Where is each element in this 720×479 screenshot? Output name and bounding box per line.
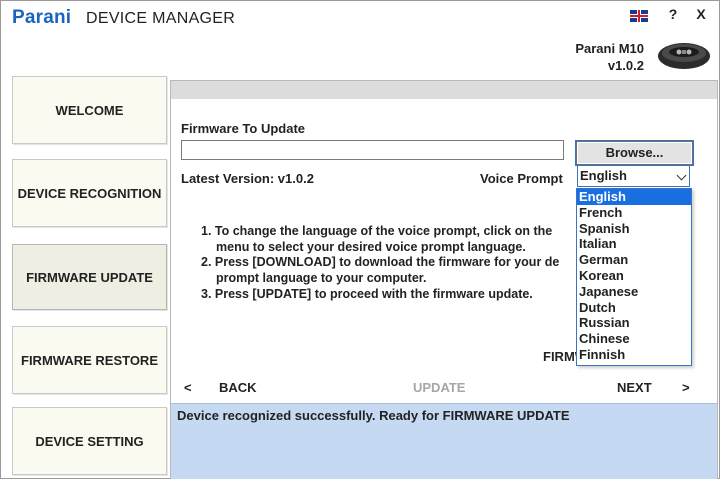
- nav-device-recognition[interactable]: DEVICE RECOGNITION: [12, 159, 167, 227]
- dropdown-option-english[interactable]: English: [577, 189, 691, 205]
- nav-welcome[interactable]: WELCOME: [12, 76, 167, 144]
- dropdown-option-italian[interactable]: Italian: [577, 236, 691, 252]
- nav-label: FIRMWARE UPDATE: [26, 269, 153, 285]
- dropdown-option-dutch[interactable]: Dutch: [577, 300, 691, 316]
- nav-label: DEVICE SETTING: [35, 433, 144, 449]
- headset-device-icon: [658, 43, 710, 69]
- dropdown-option-japanese[interactable]: Japanese: [577, 284, 691, 300]
- instruction-line: 3. Press [UPDATE] to proceed with the fi…: [201, 286, 533, 301]
- browse-button[interactable]: Browse...: [576, 141, 693, 165]
- nav-firmware-update[interactable]: FIRMWARE UPDATE: [12, 244, 167, 310]
- instruction-line: 1. To change the language of the voice p…: [201, 224, 553, 238]
- nav-label: WELCOME: [55, 102, 124, 118]
- update-button[interactable]: UPDATE: [413, 380, 465, 395]
- next-arrow-icon[interactable]: >: [682, 380, 690, 395]
- dropdown-option-korean[interactable]: Korean: [577, 268, 691, 284]
- latest-version: Latest Version: v1.0.2: [181, 171, 314, 186]
- back-arrow-icon[interactable]: <: [184, 380, 192, 395]
- status-panel: Device recognized successfully. Ready fo…: [171, 403, 717, 479]
- nav-label: DEVICE RECOGNITION: [17, 185, 162, 201]
- language-flag-icon[interactable]: [630, 10, 648, 22]
- brand-logo: Parani: [12, 7, 72, 28]
- close-button[interactable]: X: [692, 6, 710, 24]
- dropdown-option-spanish[interactable]: Spanish: [577, 221, 691, 237]
- dropdown-option-chinese[interactable]: Chinese: [577, 331, 691, 347]
- dropdown-option-finnish[interactable]: Finnish: [577, 347, 691, 363]
- voice-prompt-dropdown: English French Spanish Italian German Ko…: [576, 188, 692, 366]
- dropdown-option-russian[interactable]: Russian: [577, 315, 691, 331]
- app-title: DEVICE MANAGER: [86, 10, 236, 27]
- dropdown-option-german[interactable]: German: [577, 252, 691, 268]
- nav-device-setting[interactable]: DEVICE SETTING: [12, 407, 167, 475]
- nav-label: FIRMWARE RESTORE: [21, 352, 158, 368]
- firmware-path-input[interactable]: [181, 140, 564, 160]
- nav-firmware-restore[interactable]: FIRMWARE RESTORE: [12, 326, 167, 394]
- chevron-down-icon: [676, 170, 687, 181]
- voice-prompt-select[interactable]: English: [577, 165, 690, 187]
- firmware-label: Firmware To Update: [181, 121, 306, 136]
- status-text: Device recognized successfully. Ready fo…: [177, 408, 570, 423]
- instructions: 1. To change the language of the voice p…: [201, 224, 571, 303]
- device-version: v1.0.2: [607, 58, 644, 73]
- instruction-line: 2. Press [DOWNLOAD] to download the firm…: [201, 255, 560, 270]
- back-button[interactable]: BACK: [219, 380, 257, 395]
- instruction-line: menu to select your desired voice prompt…: [216, 239, 526, 254]
- voice-prompt-label: Voice Prompt: [480, 171, 563, 186]
- instruction-line: prompt language to your computer.: [216, 271, 427, 286]
- help-button[interactable]: ?: [664, 6, 682, 24]
- device-name: Parani M10: [575, 41, 644, 56]
- panel-header-bar: [171, 81, 717, 99]
- voice-prompt-value: English: [580, 168, 627, 183]
- next-button[interactable]: NEXT: [617, 380, 652, 395]
- dropdown-option-french[interactable]: French: [577, 205, 691, 221]
